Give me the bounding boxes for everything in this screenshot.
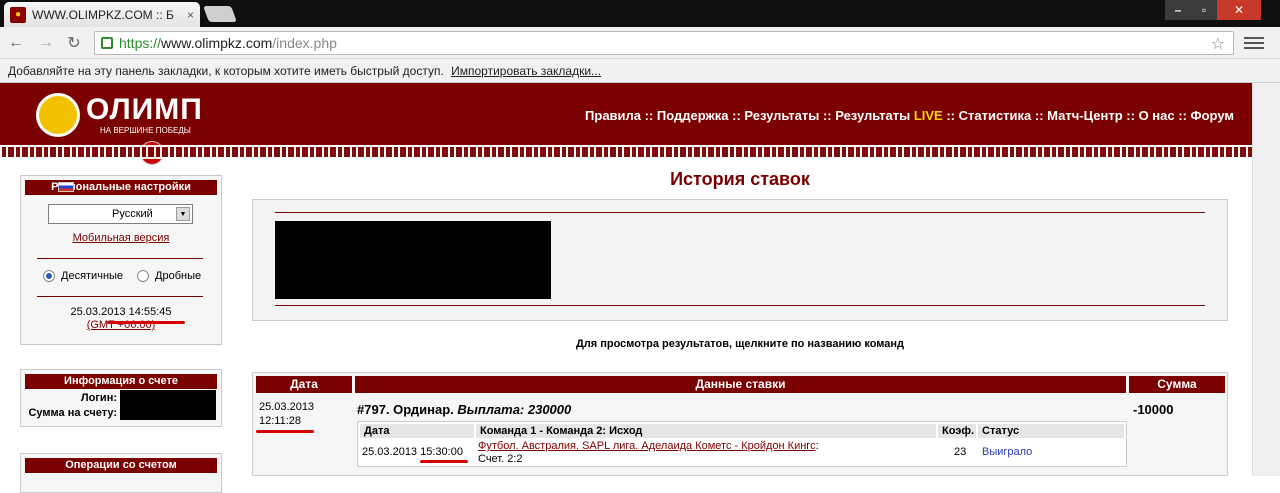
results-hint: Для просмотра результатов, щелкните по н… xyxy=(575,338,905,350)
bet-summary-box xyxy=(252,199,1228,321)
bookmarks-hint: Добавляйте на эту панель закладки, к кот… xyxy=(8,64,444,78)
balance-label: Сумма на счету: xyxy=(28,407,117,419)
column-header-date: Дата xyxy=(256,376,352,393)
meander-border xyxy=(0,145,1252,159)
redacted-summary xyxy=(275,221,551,299)
maximize-window-icon[interactable]: ▫ xyxy=(1191,0,1217,20)
mobile-version-link[interactable]: Мобильная версия xyxy=(21,232,221,244)
account-operations-panel: Операции со счетом xyxy=(20,453,222,493)
tab-strip: ● WWW.OLIMPKZ.COM :: Б × – ▫ ✕ xyxy=(0,0,1280,27)
nav-statistics[interactable]: Статистика xyxy=(959,108,1032,123)
server-clock: 25.03.2013 14:55:45 (GMT +06:00) xyxy=(21,306,221,332)
bet-id-type: #797. Ординар. xyxy=(357,402,454,417)
event-datetime: 25.03.2013 15:30:00 xyxy=(362,446,463,459)
event-coef: 23 xyxy=(954,446,967,458)
top-navigation: Правила :: Поддержка :: Результаты :: Ре… xyxy=(585,108,1234,123)
bet-title: #797. Ординар. Выплата: 230000 xyxy=(357,402,571,417)
event-match-link[interactable]: Футбол. Австралия. SAPL лига. Аделаида К… xyxy=(478,440,816,452)
close-tab-icon[interactable]: × xyxy=(187,8,194,22)
bet-sum: -10000 xyxy=(1133,402,1174,417)
browser-toolbar: ← → ↻ https:// www.olimpkz.com /index.ph… xyxy=(0,27,1280,59)
chevron-down-icon[interactable]: ▼ xyxy=(176,207,190,221)
page-scrollbar[interactable] xyxy=(1252,83,1280,476)
fraction-label: Дробные xyxy=(155,270,202,282)
divider xyxy=(37,296,203,297)
annotation-underline xyxy=(107,321,185,324)
back-arrow-icon[interactable]: ← xyxy=(6,33,26,53)
lock-icon xyxy=(101,37,113,49)
bookmarks-bar: Добавляйте на эту панель закладки, к кот… xyxy=(0,59,1280,83)
site-logo[interactable]: ОЛИМП НА ВЕРШИНЕ ПОБЕДЫ xyxy=(36,93,203,165)
login-label: Логин: xyxy=(80,392,117,404)
logo-slogan: НА ВЕРШИНЕ ПОБЕДЫ xyxy=(100,126,191,135)
event-match-cell: Футбол. Австралия. SAPL лига. Аделаида К… xyxy=(478,440,819,465)
bet-date: 25.03.2013 xyxy=(259,401,315,413)
clock-date: 25.03.2013 xyxy=(70,306,126,318)
bookmark-star-icon[interactable]: ☆ xyxy=(1211,34,1225,54)
address-bar[interactable]: https:// www.olimpkz.com /index.php ☆ xyxy=(94,31,1234,55)
inner-header-status: Статус xyxy=(978,424,1124,438)
logo-name: ОЛИМП xyxy=(86,93,203,126)
site-favicon-icon: ● xyxy=(10,6,26,23)
nav-results[interactable]: Результаты xyxy=(744,108,819,123)
nav-match-center[interactable]: Матч-Центр xyxy=(1047,108,1123,123)
column-header-sum: Сумма xyxy=(1129,376,1225,393)
divider xyxy=(37,258,203,259)
bet-history-table: Дата Данные ставки Сумма 25.03.2013 12:1… xyxy=(252,372,1228,476)
bet-payout: Выплата: 230000 xyxy=(457,402,572,417)
event-score: Счет. 2:2 xyxy=(478,453,523,465)
inner-header-match: Команда 1 - Команда 2: Исход xyxy=(476,424,936,438)
annotation-underline xyxy=(256,430,314,433)
url-host: www.olimpkz.com xyxy=(161,35,273,51)
panel-title: Операции со счетом xyxy=(25,458,217,473)
column-header-bet-data: Данные ставки xyxy=(355,376,1126,393)
redacted-account-info xyxy=(120,390,216,420)
tab-title: WWW.OLIMPKZ.COM :: Б xyxy=(32,7,174,22)
account-info-panel: Информация о счете Логин: Сумма на счету… xyxy=(20,369,222,427)
nav-forum[interactable]: Форум xyxy=(1191,108,1234,123)
bet-events-table: Дата Команда 1 - Команда 2: Исход Коэф. … xyxy=(357,421,1127,467)
language-select[interactable]: Русский ▼ xyxy=(48,204,193,224)
clock-time: 14:55:45 xyxy=(128,306,172,318)
reload-icon[interactable]: ↻ xyxy=(64,33,84,53)
event-date: 25.03.2013 xyxy=(362,446,418,458)
russia-flag-icon xyxy=(58,182,74,192)
panel-title: Региональные настройки xyxy=(25,180,217,195)
url-path: /index.php xyxy=(272,35,337,51)
import-bookmarks-link[interactable]: Импортировать закладки... xyxy=(451,64,601,78)
language-value: Русский xyxy=(112,208,153,220)
browser-menu-icon[interactable] xyxy=(1244,33,1264,53)
odds-format: Десятичные Дробные xyxy=(43,270,201,282)
annotation-underline xyxy=(420,460,468,463)
nav-about[interactable]: О нас xyxy=(1139,108,1175,123)
decimal-radio[interactable] xyxy=(43,270,55,282)
page-title: История ставок xyxy=(670,169,810,189)
panel-title: Информация о счете xyxy=(25,374,217,389)
event-status: Выиграло xyxy=(982,446,1033,458)
url-protocol: https:// xyxy=(119,35,162,51)
site-header: ОЛИМП НА ВЕРШИНЕ ПОБЕДЫ Правила :: Подде… xyxy=(0,83,1252,165)
event-time: 15:30:00 xyxy=(420,446,463,458)
nav-support[interactable]: Поддержка xyxy=(657,108,729,123)
inner-header-coef: Коэф. xyxy=(938,424,976,438)
minimize-window-icon[interactable]: – xyxy=(1165,0,1191,20)
decimal-label: Десятичные xyxy=(61,270,124,282)
logo-emblem-icon xyxy=(36,93,164,165)
nav-rules[interactable]: Правила xyxy=(585,108,641,123)
close-window-icon[interactable]: ✕ xyxy=(1217,0,1261,20)
bet-time: 12:11:28 xyxy=(259,415,302,427)
regional-settings-panel: Региональные настройки Русский ▼ Мобильн… xyxy=(20,175,222,345)
fraction-radio[interactable] xyxy=(137,270,150,282)
bet-datetime: 25.03.2013 12:11:28 xyxy=(259,400,314,428)
inner-header-date: Дата xyxy=(360,424,474,438)
new-tab-button[interactable] xyxy=(203,6,237,22)
nav-results-live[interactable]: Результаты LIVE xyxy=(835,108,942,123)
website: ОЛИМП НА ВЕРШИНЕ ПОБЕДЫ Правила :: Подде… xyxy=(0,83,1252,493)
forward-arrow-icon[interactable]: → xyxy=(36,33,56,53)
browser-tab[interactable]: ● WWW.OLIMPKZ.COM :: Б × xyxy=(4,2,200,27)
